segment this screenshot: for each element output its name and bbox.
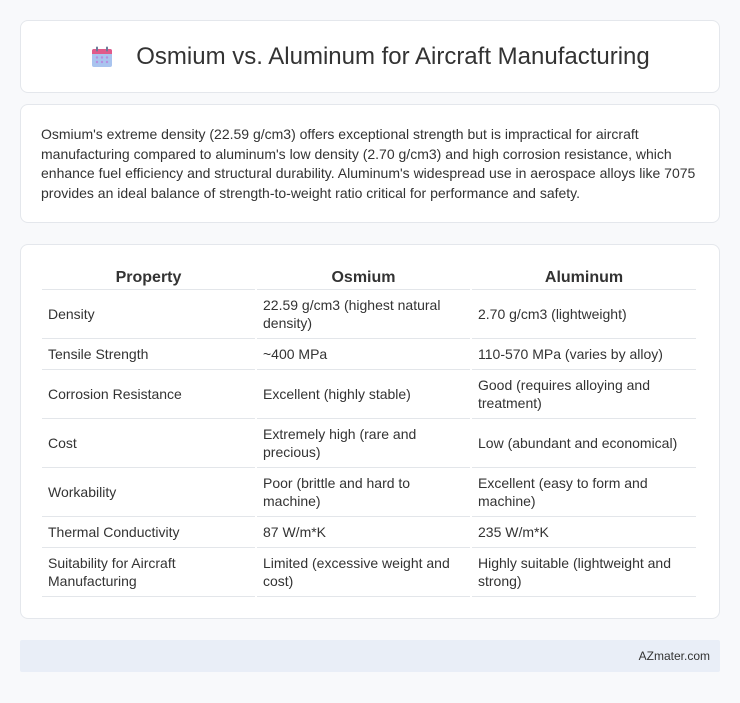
table-cell-osmium: Poor (brittle and hard to machine)	[257, 468, 470, 517]
table-cell-aluminum: 235 W/m*K	[472, 517, 696, 548]
table-cell-property: Suitability for Aircraft Manufacturing	[42, 548, 255, 597]
table-cell-aluminum: Highly suitable (lightweight and strong)	[472, 548, 696, 597]
table-cell-property: Corrosion Resistance	[42, 370, 255, 419]
table-row: Workability Poor (brittle and hard to ma…	[42, 468, 696, 517]
summary-card: Osmium's extreme density (22.59 g/cm3) o…	[20, 104, 720, 223]
summary-text: Osmium's extreme density (22.59 g/cm3) o…	[41, 126, 696, 201]
column-header-property: Property	[42, 265, 255, 290]
page-title: Osmium vs. Aluminum for Aircraft Manufac…	[136, 42, 650, 70]
table-cell-osmium: Limited (excessive weight and cost)	[257, 548, 470, 597]
table-cell-property: Cost	[42, 419, 255, 468]
table-cell-property: Workability	[42, 468, 255, 517]
title-card: Osmium vs. Aluminum for Aircraft Manufac…	[20, 20, 720, 93]
footer-site-name: AZmater.com	[638, 649, 710, 663]
table-cell-aluminum: 110-570 MPa (varies by alloy)	[472, 339, 696, 370]
table-cell-property: Tensile Strength	[42, 339, 255, 370]
comparison-table-card: Property Osmium Aluminum Density 22.59 g…	[20, 244, 720, 619]
footer: AZmater.com	[20, 640, 720, 672]
calendar-icon	[90, 45, 114, 69]
table-cell-osmium: Extremely high (rare and precious)	[257, 419, 470, 468]
table-row: Density 22.59 g/cm3 (highest natural den…	[42, 290, 696, 339]
table-cell-aluminum: Good (requires alloying and treatment)	[472, 370, 696, 419]
table-cell-aluminum: Low (abundant and economical)	[472, 419, 696, 468]
table-cell-osmium: 87 W/m*K	[257, 517, 470, 548]
table-cell-osmium: 22.59 g/cm3 (highest natural density)	[257, 290, 470, 339]
column-header-osmium: Osmium	[257, 265, 470, 290]
table-cell-aluminum: 2.70 g/cm3 (lightweight)	[472, 290, 696, 339]
table-row: Corrosion Resistance Excellent (highly s…	[42, 370, 696, 419]
column-header-aluminum: Aluminum	[472, 265, 696, 290]
table-row: Cost Extremely high (rare and precious) …	[42, 419, 696, 468]
table-cell-property: Density	[42, 290, 255, 339]
table-cell-osmium: Excellent (highly stable)	[257, 370, 470, 419]
table-row: Thermal Conductivity 87 W/m*K 235 W/m*K	[42, 517, 696, 548]
table-cell-aluminum: Excellent (easy to form and machine)	[472, 468, 696, 517]
table-header-row: Property Osmium Aluminum	[42, 265, 696, 290]
table-cell-property: Thermal Conductivity	[42, 517, 255, 548]
table-row: Tensile Strength ~400 MPa 110-570 MPa (v…	[42, 339, 696, 370]
comparison-table: Property Osmium Aluminum Density 22.59 g…	[40, 265, 698, 597]
table-row: Suitability for Aircraft Manufacturing L…	[42, 548, 696, 597]
table-cell-osmium: ~400 MPa	[257, 339, 470, 370]
